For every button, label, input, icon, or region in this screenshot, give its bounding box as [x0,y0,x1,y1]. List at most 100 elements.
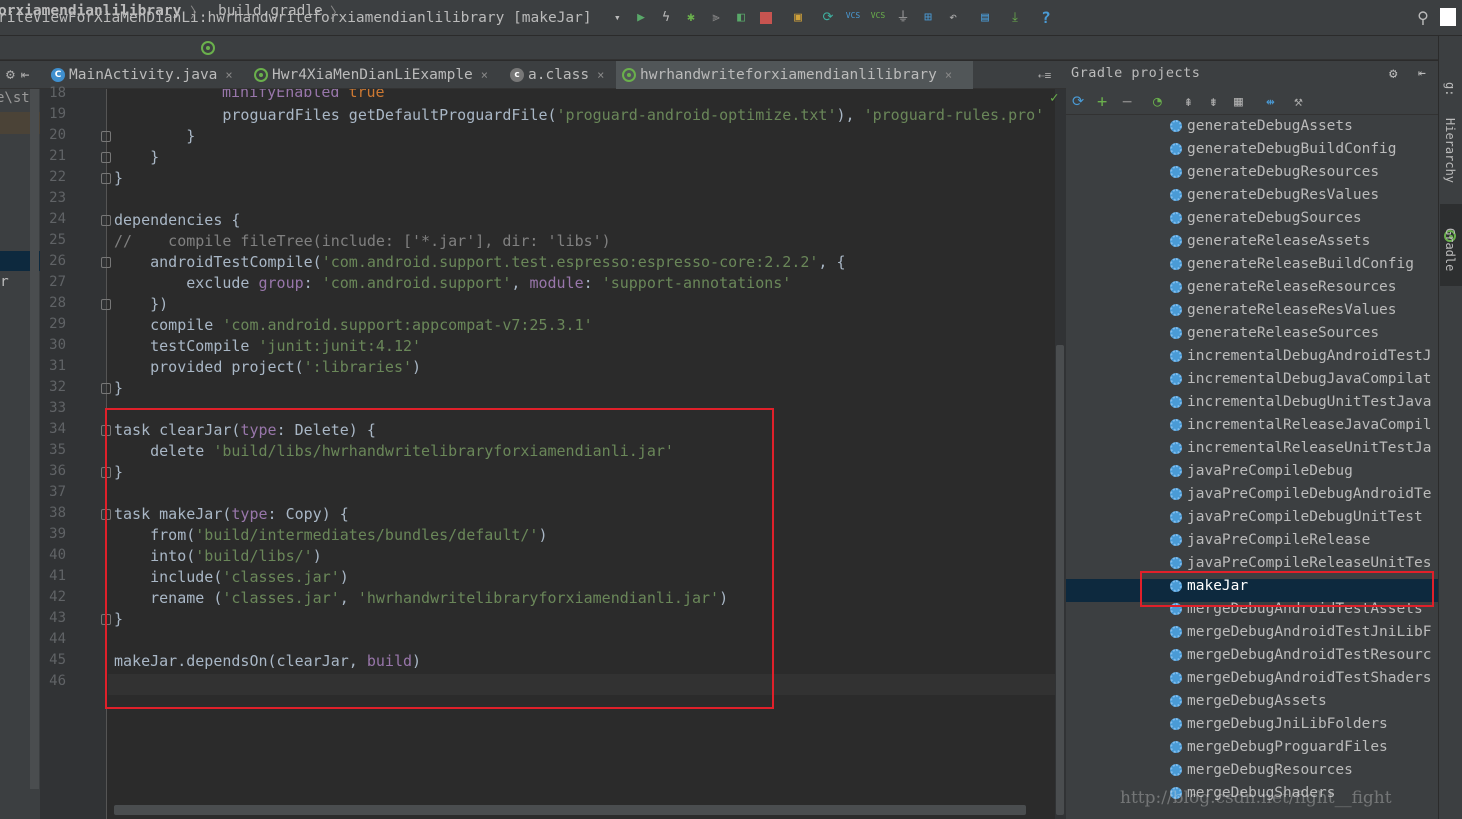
flash-icon[interactable]: ϟ [658,10,674,26]
sdk-manager-icon[interactable]: ▤ [977,10,993,26]
close-icon[interactable]: × [481,68,488,82]
gradle-task-item[interactable]: generateReleaseBuildConfig [1170,256,1414,272]
tab-mainactivity[interactable]: C MainActivity.java × [45,61,245,89]
fold-marker[interactable] [101,257,111,268]
revert-icon[interactable]: ↶ [945,10,961,26]
stop-icon[interactable] [758,10,774,26]
code-line-24: dependencies { [114,211,241,229]
download-icon[interactable]: ⤓ [1007,10,1023,26]
gradle-task-item[interactable]: javaPreCompileDebugUnitTest [1170,509,1423,525]
inspection-ok-icon: ✓ [1050,90,1059,106]
gradle-task-icon [1170,235,1182,247]
collapse-all-icon[interactable]: ⇟ [1209,94,1218,110]
gradle-task-icon [1170,304,1182,316]
tab-hwrhandwriteforxiamendianlilibrary[interactable]: hwrhandwriteforxiamendianlilibrary × [616,61,973,89]
gradle-task-item[interactable]: generateReleaseResValues [1170,302,1397,318]
tool-window-gradle[interactable]: Gradle [1443,228,1457,271]
line-number: 37 [49,484,66,500]
gear-icon[interactable]: ⚙ [6,67,15,83]
gradle-task-item[interactable]: generateReleaseSources [1170,325,1379,341]
gradle-task-item[interactable]: generateDebugResValues [1170,187,1379,203]
tab-hwr4xiamendianliexample[interactable]: Hwr4XiaMenDianLiExample × [248,61,500,89]
gradle-task-icon [1170,373,1182,385]
gradle-task-item[interactable]: javaPreCompileDebug [1170,463,1353,479]
line-number: 36 [49,463,66,479]
gradle-task-item[interactable]: mergeDebugResources [1170,762,1353,778]
run-icon[interactable]: ▶ [633,10,649,26]
gradle-task-item[interactable]: mergeDebugProguardFiles [1170,739,1388,755]
vcs-update-icon[interactable]: VCS [845,8,861,24]
help-icon[interactable]: ? [1038,10,1054,26]
tab-bar-settings[interactable]: ⚙ ⇤ [0,61,40,89]
gradle-task-item[interactable]: generateDebugBuildConfig [1170,141,1397,157]
gradle-task-item[interactable]: mergeDebugAndroidTestJniLibF [1170,624,1431,640]
attach-project-icon[interactable]: ▦ [1234,94,1243,110]
line-number: 26 [49,253,66,269]
close-icon[interactable]: × [225,68,232,82]
tab-aclass[interactable]: c a.class × [504,61,612,89]
search-icon[interactable]: ⚲ [1415,10,1431,26]
gradle-task-item[interactable]: incrementalDebugUnitTestJava [1170,394,1431,410]
gradle-task-item[interactable]: generateReleaseResources [1170,279,1397,295]
hide-panel-icon[interactable]: ⇤ [1418,66,1426,81]
code-line-30: testCompile 'junit:junit:4.12' [114,337,422,355]
gradle-task-item[interactable]: mergeDebugJniLibFolders [1170,716,1388,732]
gradle-task-item[interactable]: incrementalReleaseUnitTestJa [1170,440,1431,456]
gradle-task-label: javaPreCompileDebugUnitTest [1187,509,1423,525]
gradle-task-item[interactable]: mergeDebugAndroidTestResourc [1170,647,1431,663]
close-icon[interactable]: × [945,68,952,82]
gradle-task-label: javaPreCompileRelease [1187,532,1371,548]
breadcrumb-module[interactable]: orxiamendianlilibrary [0,3,181,19]
refresh-icon[interactable]: ⟳ [1072,94,1084,110]
close-icon[interactable]: × [597,68,604,82]
line-number: 19 [49,106,66,122]
breadcrumb-separator: 〉 [190,6,205,22]
vcs-commit-icon[interactable]: VCS [870,8,886,24]
vcs-history-icon[interactable]: ⏚ [895,10,911,26]
offline-mode-icon[interactable]: ⇹ [1266,94,1275,110]
gradle-task-icon [1170,511,1182,523]
project-structure-icon[interactable]: ⊞ [920,10,936,26]
tool-window-hierarchy[interactable]: Hierarchy [1443,118,1457,183]
tab-overflow-button[interactable]: ⇠≡ [1032,61,1066,89]
gradle-task-item[interactable]: generateDebugAssets [1170,118,1353,134]
gradle-task-item[interactable]: javaPreCompileDebugAndroidTe [1170,486,1431,502]
expand-all-icon[interactable]: ⇞ [1184,94,1193,110]
gradle-task-item[interactable]: incrementalReleaseJavaCompil [1170,417,1431,433]
gradle-task-item[interactable]: incrementalDebugJavaCompilat [1170,371,1431,387]
debug-icon[interactable]: ✱ [683,10,699,26]
line-number: 33 [49,400,66,416]
gradle-task-item[interactable]: incrementalDebugAndroidTestJ [1170,348,1431,364]
gradle-task-item[interactable]: mergeDebugAndroidTestShaders [1170,670,1431,686]
remove-icon[interactable]: − [1122,92,1132,112]
gradle-task-item[interactable]: generateDebugResources [1170,164,1379,180]
chevron-down-icon[interactable]: ▾ [614,11,621,24]
fold-marker[interactable] [101,131,111,142]
java-class-icon: C [51,68,65,82]
fold-marker[interactable] [101,215,111,226]
fold-marker[interactable] [101,173,111,184]
gradle-task-item[interactable]: generateDebugSources [1170,210,1362,226]
attach-icon[interactable]: ⫸ [708,10,724,26]
editor-horizontal-scrollbar[interactable] [114,805,1026,815]
add-icon[interactable]: + [1097,92,1107,112]
fold-marker[interactable] [101,152,111,163]
sync-icon[interactable]: ⟳ [820,10,836,26]
gradle-task-item[interactable]: javaPreCompileRelease [1170,532,1370,548]
fold-marker[interactable] [101,383,111,394]
tool-window-g[interactable]: g: [1443,82,1457,96]
gradle-task-item[interactable]: javaPreCompileReleaseUnitTes [1170,555,1431,571]
project-panel-scrollbar[interactable] [30,89,39,789]
gradle-task-item[interactable]: mergeDebugAssets [1170,693,1327,709]
execute-task-icon[interactable]: ◔ [1153,94,1162,110]
gradle-task-item[interactable]: generateReleaseAssets [1170,233,1370,249]
collapse-icon[interactable]: ⇤ [21,67,30,83]
gradle-settings-icon[interactable]: ⚒ [1294,94,1303,110]
window-button[interactable] [1440,8,1456,26]
coverage-icon[interactable]: ◧ [733,10,749,26]
scrollbar-thumb[interactable] [1056,345,1064,815]
avd-manager-icon[interactable]: ▣ [790,10,806,26]
gear-icon[interactable]: ⚙ [1389,66,1397,82]
fold-marker[interactable] [101,299,111,310]
breadcrumb-file[interactable]: build.gradle [218,3,323,19]
